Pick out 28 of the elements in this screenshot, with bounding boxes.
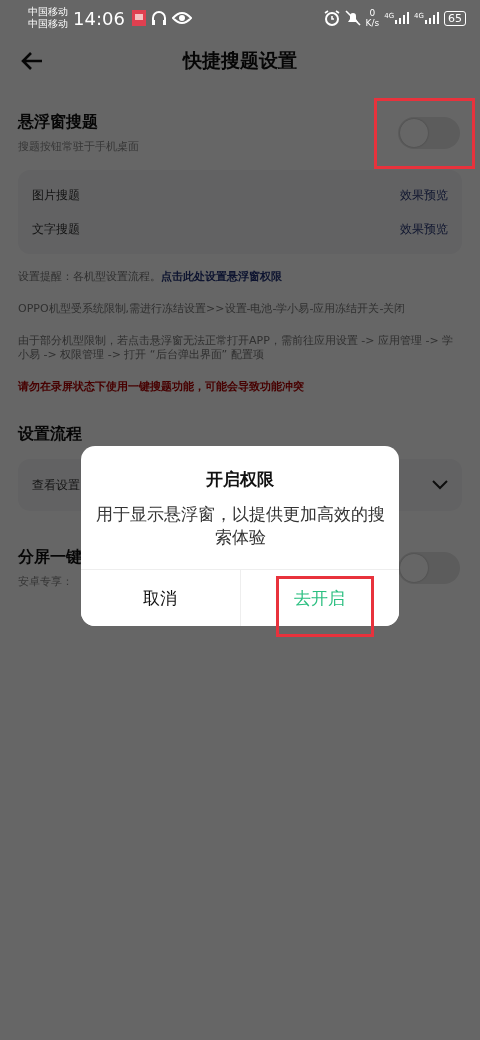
mode-label: 图片搜题	[32, 186, 80, 204]
carrier-name: 中国移动	[28, 6, 68, 18]
section-title: 设置流程	[18, 424, 83, 445]
muted-bell-icon	[344, 10, 361, 26]
permission-link[interactable]: 点击此处设置悬浮窗权限	[161, 270, 282, 283]
speed-value: 0	[369, 8, 376, 18]
speed-unit: K/s	[365, 18, 380, 28]
section-title: 分屏一键	[18, 547, 82, 568]
toggle-switch[interactable]	[398, 552, 460, 584]
headphones-icon	[150, 10, 167, 26]
back-arrow-icon[interactable]	[20, 51, 44, 71]
cancel-button[interactable]: 取消	[81, 570, 241, 626]
app-notification-icon	[131, 10, 146, 26]
signal-icon	[425, 12, 439, 24]
preview-link[interactable]: 效果预览	[400, 220, 448, 238]
section-title: 悬浮窗搜题	[18, 112, 99, 133]
dialog-title: 开启权限	[206, 468, 274, 491]
mode-label: 文字搜题	[32, 220, 80, 238]
eye-icon	[171, 11, 192, 25]
page-title: 快捷搜题设置	[183, 48, 297, 73]
carrier-name: 中国移动	[28, 18, 68, 30]
warning-text: 请勿在录屏状态下使用一键搜题功能，可能会导致功能冲突	[18, 380, 305, 394]
signal-icon	[395, 12, 410, 24]
dialog-message: 用于显示悬浮窗，以提供更加高效的搜索体验	[95, 504, 385, 549]
preview-link[interactable]: 效果预览	[400, 186, 448, 204]
alarm-icon	[323, 10, 340, 26]
status-time: 14:06	[73, 7, 125, 29]
battery-level: 65	[444, 10, 466, 26]
